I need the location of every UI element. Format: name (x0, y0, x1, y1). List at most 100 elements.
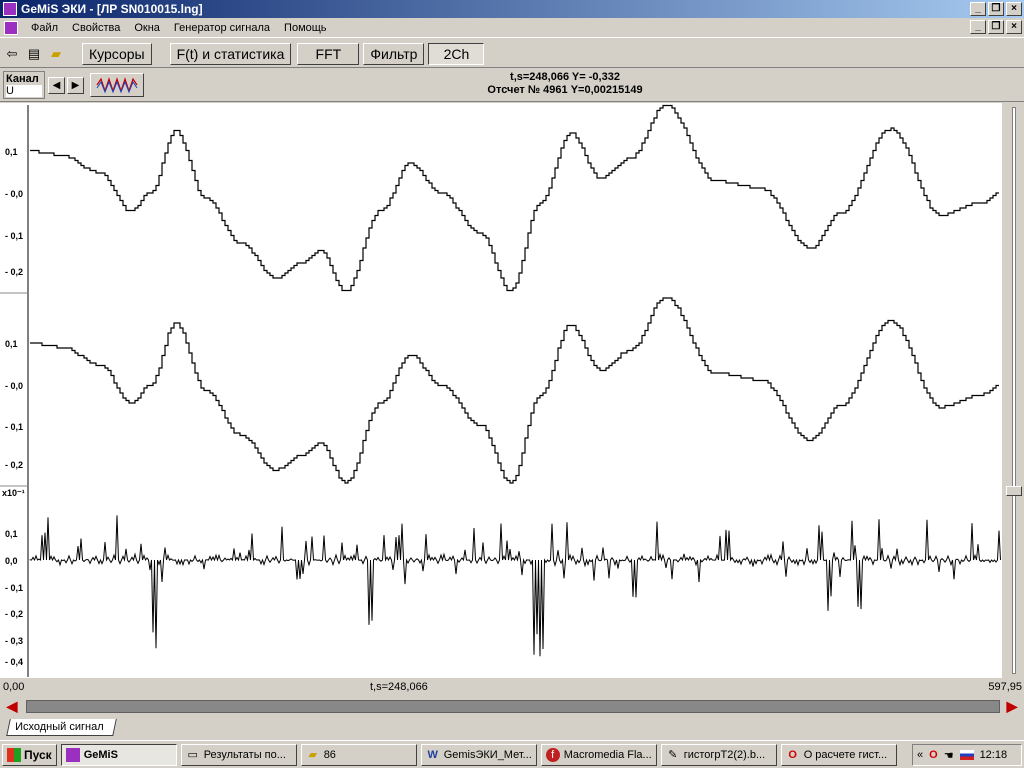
scroll-right-arrow-icon[interactable]: ▶ (1002, 698, 1022, 715)
tick-label: - 0,0 (5, 381, 23, 391)
tick-label: - 0,4 (5, 657, 23, 667)
title-bar: GeMiS ЭКИ - [ЛР SN010015.lng] _ ❐ × (0, 0, 1024, 18)
task-histogram[interactable]: ✎ гистогрТ2(2).b... (660, 743, 777, 766)
tick-label: - 0,1 (5, 583, 23, 593)
window-icon: ▭ (187, 748, 198, 761)
channel-label: Канал (6, 73, 39, 85)
channel-selector[interactable]: Канал U (3, 71, 45, 99)
task-label: GeMiS (83, 748, 118, 761)
tick-label: - 0,3 (5, 636, 23, 646)
flash-icon: f (545, 747, 560, 762)
task-label: Macromedia Fla... (563, 748, 652, 761)
vertical-track (1012, 107, 1016, 674)
exit-icon[interactable]: ⇦ (2, 43, 22, 65)
toolbar: ⇦ ▤ ▰ Курсоры F(t) и статистика FFT Филь… (0, 40, 1024, 68)
tick-label: 0,1 (5, 339, 18, 349)
tick-label: 0,1 (5, 529, 18, 539)
close-button[interactable]: × (1006, 2, 1022, 16)
x-axis-start: 0,00 (3, 681, 25, 693)
opera-tray-icon[interactable]: O (929, 749, 938, 761)
print-icon[interactable]: ▤ (24, 43, 44, 65)
cursor-readout-time: t,s=248,066 Y= -0,332 (510, 71, 620, 83)
folder-icon: ▰ (308, 748, 317, 761)
start-label: Пуск (24, 747, 52, 762)
difference-trace (29, 515, 1001, 657)
filter-button[interactable]: Фильтр (363, 42, 425, 65)
tab-row: Исходный сигнал (0, 718, 1024, 738)
task-folder-86[interactable]: ▰ 86 (300, 743, 417, 766)
taskbar: Пуск GeMiS ▭ Результаты по... ▰ 86 W Gem… (0, 740, 1024, 768)
fft-button[interactable]: FFT (297, 42, 360, 65)
tab-label: Исходный сигнал (15, 721, 104, 733)
restore-button[interactable]: ❐ (988, 2, 1004, 16)
hand-icon[interactable]: ☚ (944, 749, 954, 762)
scroll-left-arrow-icon[interactable]: ◀ (2, 698, 22, 715)
two-channel-button[interactable]: 2Ch (428, 42, 485, 65)
signal-trace-channel-1 (30, 104, 999, 292)
windows-logo-icon (7, 747, 21, 762)
scroll-track[interactable] (26, 700, 1000, 713)
task-word-doc[interactable]: W GemisЭКИ_Мет... (420, 743, 537, 766)
tick-label: - 0,2 (5, 609, 23, 619)
start-button[interactable]: Пуск (2, 743, 57, 766)
tick-label: 0,0 (5, 556, 18, 566)
menu-windows[interactable]: Окна (127, 22, 167, 34)
paint-icon: ✎ (668, 748, 678, 761)
x-axis-end: 597,95 (988, 681, 1022, 693)
language-flag-icon[interactable] (959, 750, 974, 760)
tab-source-signal[interactable]: Исходный сигнал (6, 719, 117, 736)
x-axis-row: 0,00 t,s=248,066 597,95 (0, 679, 1024, 696)
horizontal-scrollbar[interactable]: ◀ ▶ (0, 697, 1024, 717)
menu-bar: Файл Свойства Окна Генератор сигнала Пом… (0, 18, 1024, 38)
signal-trace-channel-2 (30, 297, 999, 484)
task-label: 86 (323, 748, 336, 761)
task-flash[interactable]: f Macromedia Fla... (540, 743, 657, 766)
task-results[interactable]: ▭ Результаты по... (180, 743, 297, 766)
scale-label: x10⁻¹ (2, 488, 25, 498)
app-icon (3, 2, 17, 16)
task-opera[interactable]: O О расчете гист... (780, 743, 897, 766)
channel-prev-button[interactable]: ◀ (48, 77, 65, 94)
task-gemis[interactable]: GeMiS (60, 743, 177, 766)
minimize-button[interactable]: _ (970, 2, 986, 16)
gemis-icon (65, 747, 80, 762)
task-label: Результаты по... (203, 748, 286, 761)
signal-view-button[interactable] (90, 73, 144, 97)
menu-properties[interactable]: Свойства (65, 22, 127, 34)
cursor-readout-sample: Отсчет № 4961 Y=0,00215149 (487, 84, 643, 96)
x-axis-cursor: t,s=248,066 (370, 681, 428, 693)
menu-signal-generator[interactable]: Генератор сигнала (167, 22, 277, 34)
system-tray: « O ☚ 12:18 (912, 744, 1022, 766)
tick-label: - 0,0 (5, 189, 23, 199)
channel-next-button[interactable]: ▶ (67, 77, 84, 94)
waveform-icon (96, 77, 138, 94)
cursors-button[interactable]: Курсоры (82, 42, 152, 65)
opera-icon: O (788, 748, 797, 761)
task-label: гистогрТ2(2).b... (683, 748, 766, 761)
doc-close-button[interactable]: × (1006, 20, 1022, 34)
tick-label: 0,1 (5, 147, 18, 157)
stats-button[interactable]: F(t) и статистика (169, 42, 292, 65)
vertical-splitter[interactable] (1002, 103, 1024, 678)
doc-restore-button[interactable]: ❐ (988, 20, 1004, 34)
vertical-thumb[interactable] (1006, 486, 1022, 496)
tick-label: - 0,2 (5, 460, 23, 470)
open-folder-icon[interactable]: ▰ (46, 43, 66, 65)
menu-help[interactable]: Помощь (277, 22, 334, 34)
tick-label: - 0,1 (5, 231, 23, 241)
plot-area[interactable]: 0,1 - 0,0 - 0,1 - 0,2 0,1 - 0,0 - 0,1 - 0,2 x10⁻… (0, 103, 1002, 678)
tick-label: - 0,2 (5, 267, 23, 277)
task-label: GemisЭКИ_Мет... (443, 748, 532, 761)
tick-label: - 0,1 (5, 422, 23, 432)
channel-value[interactable]: U (6, 85, 42, 97)
document-icon[interactable] (4, 20, 18, 35)
tray-expand-icon[interactable]: « (917, 749, 923, 761)
signal-plots: 0,1 - 0,0 - 0,1 - 0,2 0,1 - 0,0 - 0,1 - 0,2 x10⁻… (0, 104, 1001, 677)
clock: 12:18 (979, 749, 1008, 761)
control-row: Канал U ◀ ▶ t,s=248,066 Y= -0,332 Отсчет… (0, 69, 1024, 102)
task-label: О расчете гист... (803, 748, 888, 761)
window-title: GeMiS ЭКИ - [ЛР SN010015.lng] (21, 2, 203, 16)
menu-file[interactable]: Файл (24, 22, 65, 34)
word-icon: W (427, 748, 438, 761)
doc-minimize-button[interactable]: _ (970, 20, 986, 34)
